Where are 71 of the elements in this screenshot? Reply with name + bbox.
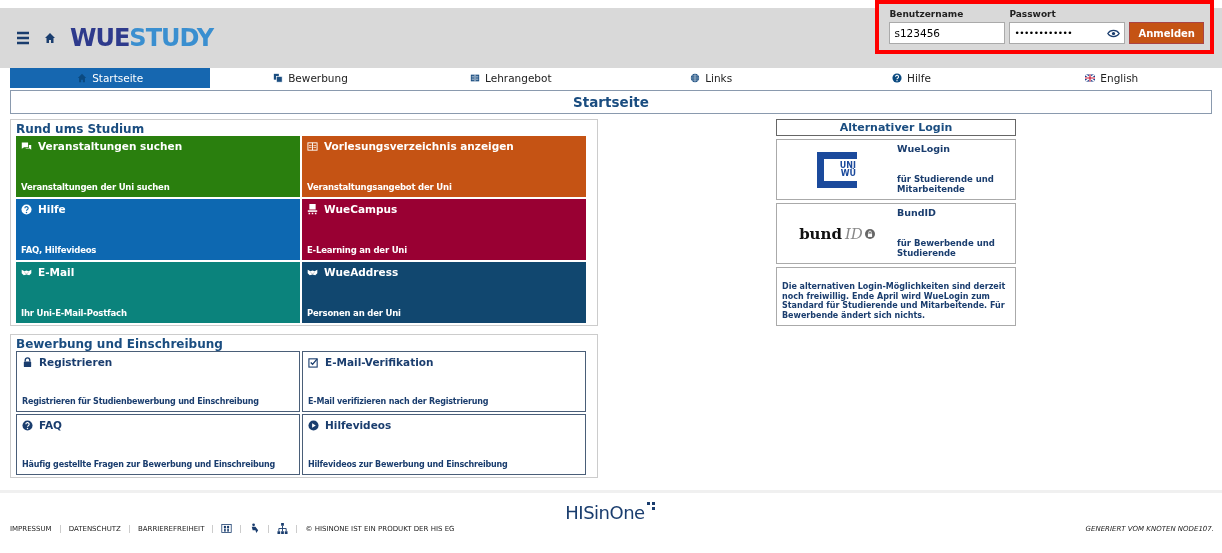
people-icon[interactable] (221, 523, 233, 534)
tile-title: E-Mail (38, 266, 75, 278)
login-option[interactable]: bund ID BundID für Bewerbende und Studierende (776, 203, 1016, 264)
university-logo: UNI WÜ (817, 151, 857, 188)
tile-link[interactable]: E-Mail Ihr Uni-E-Mail-Postfach (16, 262, 300, 323)
tile-link[interactable]: Hilfevideos Hilfevideos zur Bewerbung und Einschreibung (302, 414, 586, 475)
nav-tab[interactable]: Startseite (10, 68, 211, 88)
documents-icon (273, 73, 284, 83)
tile-title: Vorlesungsverzeichnis anzeigen (324, 140, 514, 152)
tile-subtitle: FAQ, Hilfevideos (21, 245, 98, 255)
help-icon (21, 203, 32, 215)
alt-login-title: Alternativer Login (776, 119, 1016, 136)
tile-subtitle: Veranstaltungsangebot der Uni (307, 182, 453, 192)
book-icon (307, 140, 318, 152)
presentation-icon (307, 203, 318, 215)
globe-icon (690, 73, 701, 83)
tile-link[interactable]: FAQ Häufig gestellte Fragen zur Bewerbung und Einschreibung (16, 414, 300, 475)
play-icon (308, 419, 319, 431)
eye-icon[interactable] (1107, 28, 1121, 38)
flag-icon (1085, 73, 1096, 83)
tile-title: FAQ (39, 419, 63, 431)
help-icon (892, 73, 903, 83)
login-button[interactable]: Anmelden (1129, 22, 1204, 44)
bundid-logo: bund ID (799, 224, 875, 243)
section-title: Bewerbung und Einschreibung (16, 337, 224, 351)
option-description: für Bewerbende und Studierende (897, 238, 996, 258)
tile-title: Hilfe (38, 203, 66, 215)
tile-link[interactable]: WueAddress Personen an der Uni (302, 262, 586, 323)
tile-subtitle: E-Mail verifizieren nach der Registrierung (308, 397, 490, 406)
tile-subtitle: E-Learning an der Uni (307, 245, 408, 255)
speech-bubbles-icon (21, 140, 32, 152)
info-note: Die alternativen Login-Möglichkeiten sind derzeit noch freiwillig. Ende April wird WueLogin zum Standard für Studierende und Mitarbeitende. Für Bewerbende ändert sich nichts. (776, 267, 1016, 327)
sitemap-icon[interactable] (277, 523, 289, 534)
help-icon (22, 419, 33, 431)
tile-subtitle: Häufig gestellte Fragen zur Bewerbung und Einschreibung (22, 460, 277, 469)
tile-subtitle: Veranstaltungen der Uni suchen (21, 182, 171, 192)
login-option[interactable]: UNI WÜ WueLogin für Studierende und Mitarbeitende (776, 139, 1016, 200)
tile-subtitle: Hilfevideos zur Bewerbung und Einschreibung (308, 460, 509, 469)
tile-title: Registrieren (39, 356, 113, 368)
tile-title: Veranstaltungen suchen (38, 140, 183, 152)
page-title: Startseite (10, 90, 1212, 114)
option-name: WueLogin (897, 143, 952, 154)
lock-icon (22, 356, 33, 368)
accessibility-icon[interactable] (249, 523, 261, 534)
book-icon (470, 73, 481, 83)
option-name: BundID (897, 207, 937, 218)
logo[interactable]: WUESTUDY (70, 24, 214, 52)
tile-title: WueCampus (324, 203, 398, 215)
tile-subtitle: Registrieren für Studienbewerbung und Einschreibung (22, 397, 260, 406)
tile-link[interactable]: Registrieren Registrieren für Studienbewerbung und Einschreibung (16, 351, 300, 412)
menu-icon[interactable] (16, 31, 30, 45)
tile-subtitle: Personen an der Uni (307, 308, 402, 318)
tile-title: E-Mail-Verifikation (325, 356, 434, 368)
tile-subtitle: Ihr Uni-E-Mail-Postfach (21, 308, 128, 318)
checkbox-icon (308, 356, 319, 368)
password-field[interactable]: •••••••••••• (1009, 22, 1126, 44)
tile-link[interactable]: WueCampus E-Learning an der Uni (302, 199, 586, 260)
option-description: für Studierende und Mitarbeitende (897, 174, 995, 194)
tile-link[interactable]: Vorlesungsverzeichnis anzeigen Veranstaltungsangebot der Uni (302, 136, 586, 197)
home-icon[interactable] (44, 32, 56, 44)
tile-link[interactable]: Hilfe FAQ, Hilfevideos (16, 199, 300, 260)
home-icon (77, 73, 88, 83)
tile-title: Hilfevideos (325, 419, 392, 431)
tile-link[interactable]: E-Mail-Verifikation E-Mail verifizieren nach der Registrierung (302, 351, 586, 412)
section-title: Rund ums Studium (16, 122, 146, 136)
hisinone-logo: HISinOne (565, 502, 657, 523)
username-field[interactable]: s123456 (889, 22, 1006, 44)
tile-link[interactable]: Veranstaltungen suchen Veranstaltungen der Uni suchen (16, 136, 300, 197)
username-label: Benutzername (889, 9, 965, 19)
tile-title: WueAddress (324, 266, 399, 278)
password-label: Passwort (1009, 9, 1057, 19)
